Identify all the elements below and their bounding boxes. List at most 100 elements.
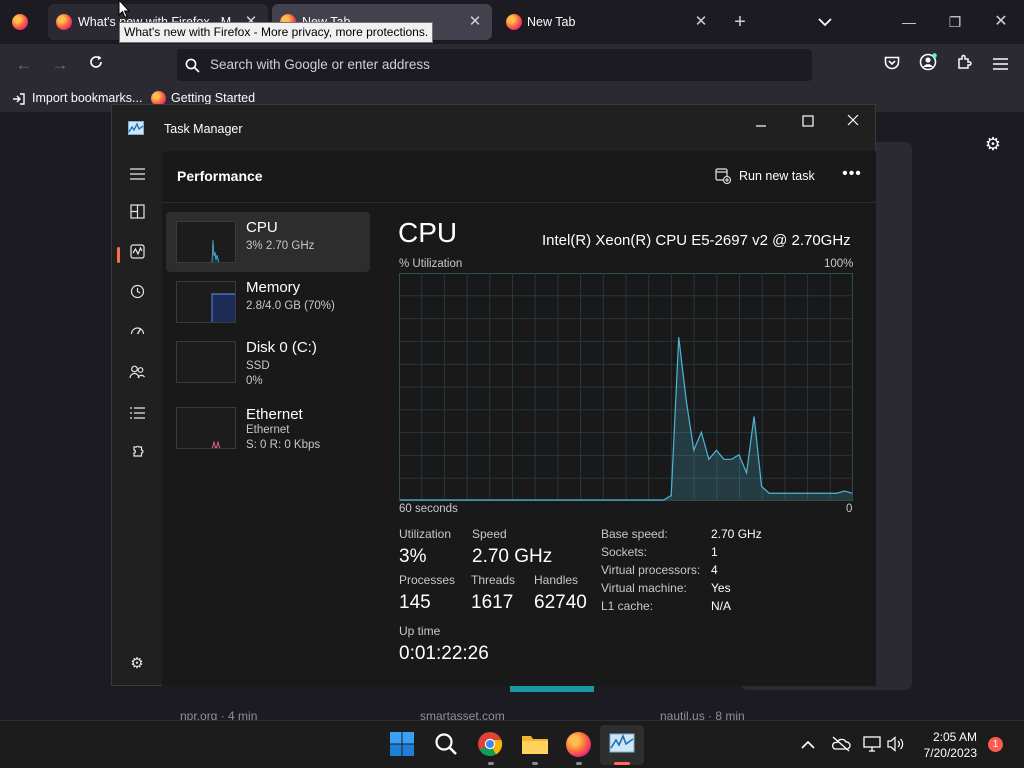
run-task-icon (715, 168, 731, 184)
cpu-utilization-chart (399, 273, 853, 501)
processes-value: 145 (399, 592, 431, 613)
spec-key: L1 cache: (601, 599, 654, 613)
clock-time[interactable]: 2:05 AM (931, 730, 977, 744)
firefox-taskbar-icon[interactable] (565, 731, 593, 759)
utilization-value: 3% (399, 546, 427, 567)
reload-icon[interactable] (84, 53, 108, 77)
run-new-task-button[interactable]: Run new task (715, 165, 815, 187)
close-window-icon[interactable]: ✕ (984, 6, 1018, 38)
navigation-toolbar: ← → Search with Google or enter address (0, 44, 1024, 86)
spec-value: Yes (711, 581, 731, 595)
page-header: Performance Run new task ••• (162, 151, 876, 203)
uptime-value: 0:01:22:26 (399, 643, 489, 664)
resource-disk[interactable]: Disk 0 (C:) SSD 0% (166, 332, 370, 392)
firefox-menu-icon[interactable] (12, 14, 28, 30)
detail-heading: CPU (398, 217, 458, 248)
speed-value: 2.70 GHz (472, 546, 553, 567)
running-indicator (576, 762, 582, 765)
resource-name: Ethernet (246, 406, 303, 423)
memory-thumbnail (176, 281, 236, 323)
network-icon[interactable] (863, 736, 881, 752)
resource-detail: 0% (246, 375, 263, 387)
spec-value: 1 (711, 545, 718, 559)
window-title: Task Manager (164, 122, 243, 136)
back-icon[interactable]: ← (12, 53, 36, 77)
maximize-icon[interactable] (802, 114, 816, 128)
firefox-logo-icon (566, 732, 591, 757)
close-icon[interactable] (847, 113, 861, 127)
forward-icon[interactable]: → (48, 53, 72, 77)
search-icon[interactable] (433, 731, 461, 759)
pocket-icon[interactable] (880, 53, 904, 77)
run-new-task-label: Run new task (739, 169, 815, 183)
handles-value: 62740 (534, 592, 587, 613)
chart-y-label: % Utilization (399, 258, 463, 270)
notification-badge[interactable]: 1 (988, 737, 1003, 752)
details-icon[interactable] (126, 404, 148, 426)
nav-rail: ⚙ (112, 151, 162, 687)
utilization-label: Utilization (399, 527, 452, 541)
resource-name: Disk 0 (C:) (246, 339, 317, 356)
processes-icon[interactable] (126, 204, 148, 226)
more-options-icon[interactable]: ••• (842, 166, 862, 187)
list-tabs-chevron-icon[interactable] (808, 6, 842, 38)
task-manager-taskbar-icon[interactable] (609, 731, 637, 759)
search-icon (185, 58, 200, 73)
resource-memory[interactable]: Memory 2.8/4.0 GB (70%) (166, 272, 370, 332)
tab-close-icon[interactable]: ✕ (466, 13, 484, 31)
onedrive-offline-icon[interactable] (831, 736, 853, 752)
bookmark-label: Getting Started (171, 91, 256, 105)
restore-window-icon[interactable]: ❐ (938, 6, 972, 38)
performance-icon[interactable] (126, 244, 148, 266)
task-manager-app-icon (128, 121, 144, 135)
extensions-icon[interactable] (952, 53, 976, 77)
hamburger-menu-icon[interactable] (988, 53, 1012, 77)
spec-value: 2.70 GHz (711, 527, 762, 541)
firefox-tab-icon (56, 14, 72, 30)
app-history-icon[interactable] (126, 284, 148, 306)
minimize-window-icon[interactable]: — (892, 6, 926, 38)
start-windows-icon[interactable] (389, 731, 417, 759)
threads-value: 1617 (471, 592, 514, 613)
tab-tooltip: What's new with Firefox - More privacy, … (119, 22, 434, 43)
chrome-icon[interactable] (477, 731, 505, 759)
disk-thumbnail (176, 341, 236, 383)
volume-icon[interactable] (887, 736, 905, 752)
import-icon (13, 93, 25, 105)
performance-pane: Performance Run new task ••• CPU 3% 2.70… (162, 151, 876, 686)
users-icon[interactable] (126, 364, 148, 386)
resource-cpu[interactable]: CPU 3% 2.70 GHz (166, 212, 370, 272)
taskbar: 2:05 AM 7/20/2023 1 (0, 720, 1024, 768)
processes-label: Processes (399, 573, 456, 587)
hamburger-icon[interactable] (126, 165, 148, 187)
mouse-cursor-icon (118, 0, 130, 19)
resource-name: Memory (246, 279, 301, 296)
speed-label: Speed (472, 527, 507, 541)
handles-label: Handles (534, 573, 579, 587)
chart-x-left-label: 60 seconds (399, 503, 458, 515)
clock-date[interactable]: 7/20/2023 (917, 746, 977, 760)
spec-value: N/A (711, 599, 732, 613)
minimize-icon[interactable] (755, 119, 769, 133)
tab-new-tab[interactable]: New Tab ✕ (496, 4, 716, 40)
url-placeholder: Search with Google or enter address (210, 57, 430, 72)
active-indicator (614, 762, 630, 765)
chart-x-right-label: 0 (846, 503, 853, 515)
uptime-label: Up time (399, 624, 441, 638)
tab-close-icon[interactable]: ✕ (692, 13, 710, 31)
task-manager-titlebar[interactable]: Task Manager (112, 105, 875, 151)
url-bar[interactable]: Search with Google or enter address (177, 49, 812, 81)
new-tab-plus-icon[interactable]: + (723, 6, 757, 38)
services-icon[interactable] (126, 444, 148, 466)
startup-apps-icon[interactable] (126, 324, 148, 346)
settings-gear-icon[interactable]: ⚙ (983, 134, 1003, 154)
page-title: Performance (177, 168, 263, 184)
settings-icon[interactable]: ⚙ (126, 653, 148, 675)
show-hidden-icons-chevron-icon[interactable] (801, 737, 817, 751)
resource-ethernet[interactable]: Ethernet Ethernet S: 0 R: 0 Kbps (166, 398, 370, 458)
account-icon[interactable] (916, 53, 940, 77)
resource-detail: 2.8/4.0 GB (70%) (246, 300, 335, 312)
file-explorer-icon[interactable] (521, 731, 549, 759)
threads-label: Threads (471, 573, 516, 587)
cpu-thumbnail (176, 221, 236, 263)
